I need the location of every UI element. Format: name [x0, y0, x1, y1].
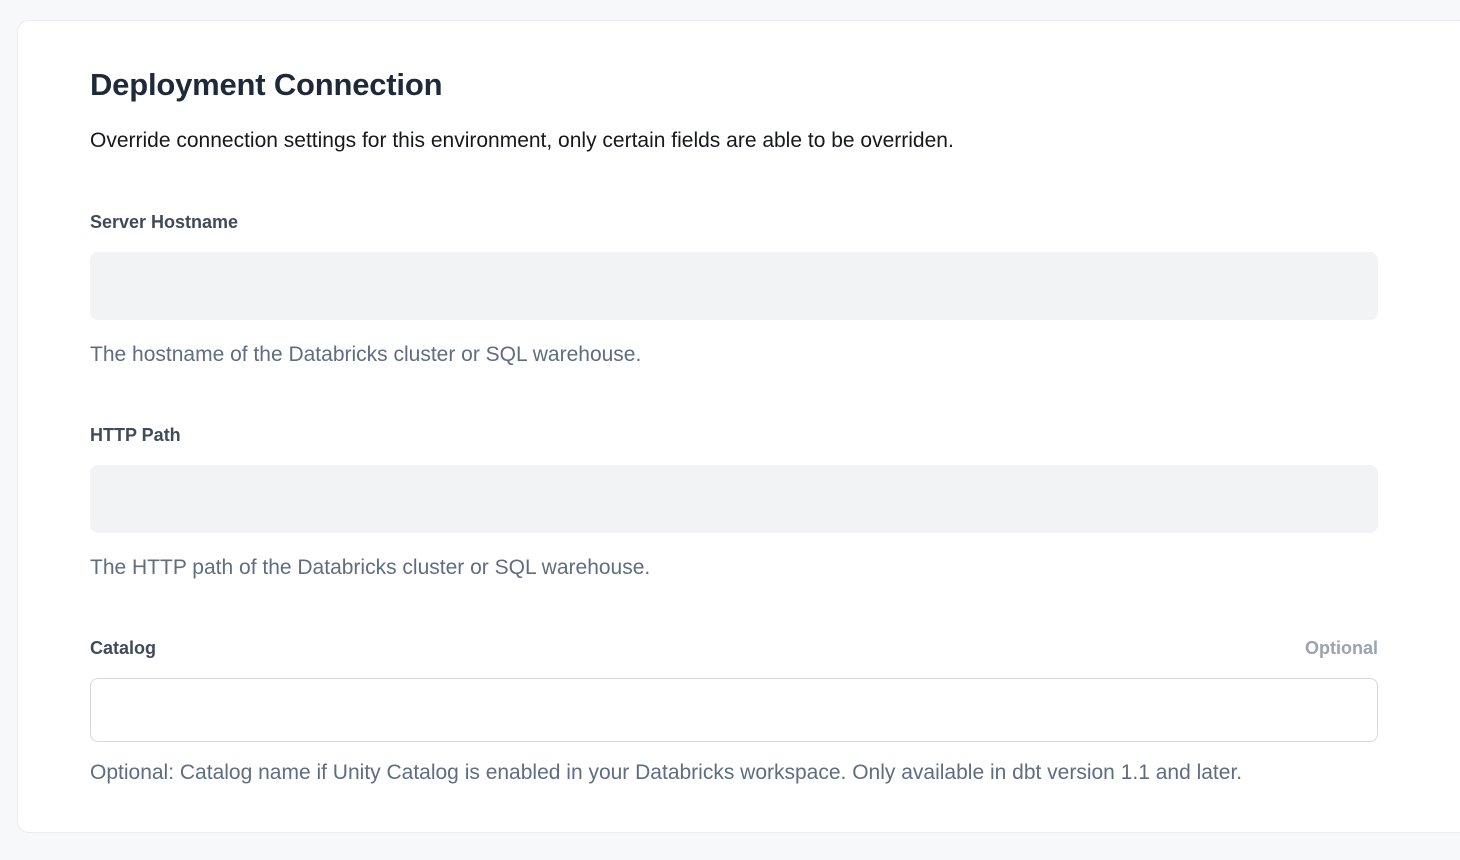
label-row: HTTP Path	[90, 425, 1378, 445]
http-path-label: HTTP Path	[90, 425, 181, 445]
server-hostname-label: Server Hostname	[90, 212, 238, 232]
catalog-helper-text: Optional: Catalog name if Unity Catalog …	[90, 760, 1378, 785]
page-subtitle: Override connection settings for this en…	[90, 128, 1378, 154]
deployment-connection-card: Deployment Connection Override connectio…	[17, 20, 1460, 833]
label-row: Server Hostname	[90, 212, 1378, 232]
catalog-optional-tag: Optional	[1305, 638, 1378, 658]
page-title: Deployment Connection	[90, 68, 1378, 102]
label-row: Catalog Optional	[90, 638, 1378, 658]
http-path-input	[90, 465, 1378, 533]
server-hostname-input	[90, 252, 1378, 320]
catalog-input[interactable]	[90, 678, 1378, 742]
catalog-label: Catalog	[90, 638, 156, 658]
field-group-http-path: HTTP Path The HTTP path of the Databrick…	[90, 425, 1378, 580]
http-path-helper-text: The HTTP path of the Databricks cluster …	[90, 555, 1378, 580]
field-group-catalog: Catalog Optional Optional: Catalog name …	[90, 638, 1378, 785]
server-hostname-helper-text: The hostname of the Databricks cluster o…	[90, 342, 1378, 367]
card-content: Deployment Connection Override connectio…	[90, 68, 1378, 785]
field-group-server-hostname: Server Hostname The hostname of the Data…	[90, 212, 1378, 367]
